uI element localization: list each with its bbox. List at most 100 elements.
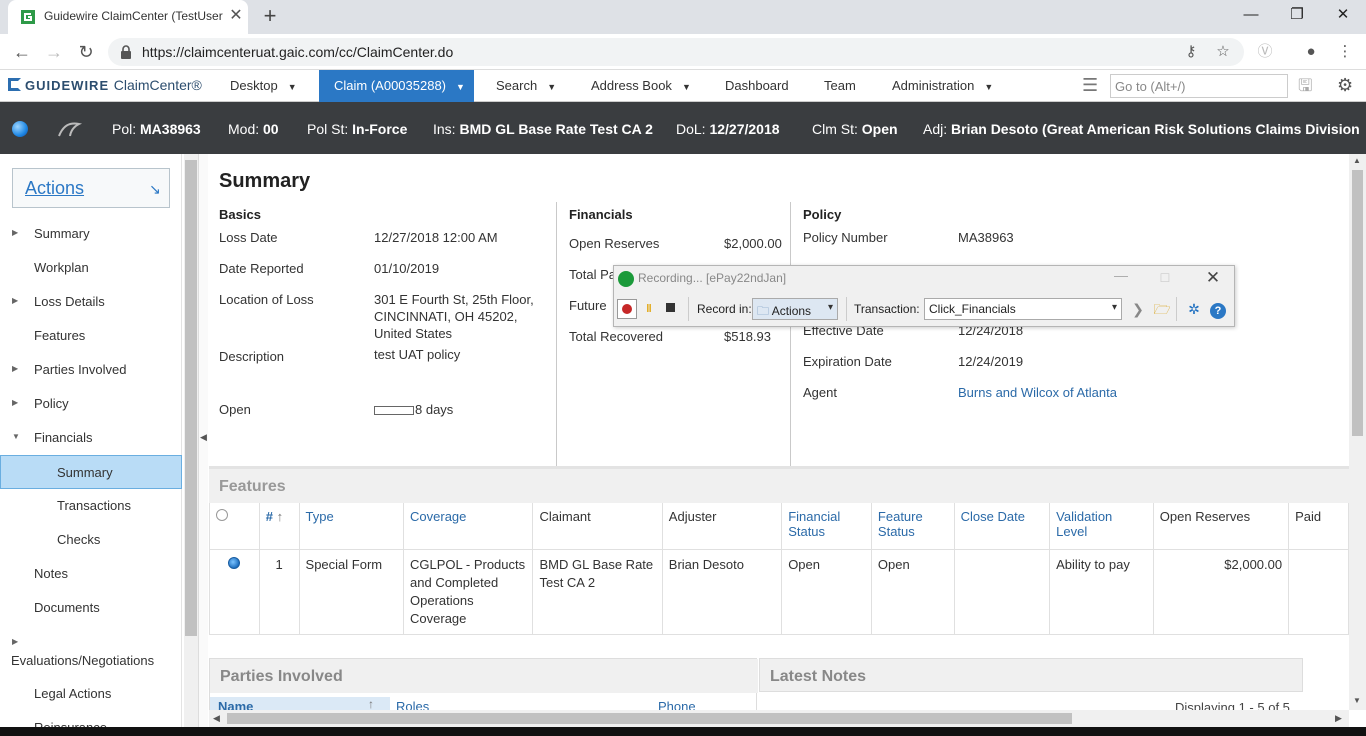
horizontal-scroll-thumb[interactable]: [227, 713, 1072, 724]
sidebar-item-legal-actions[interactable]: Legal Actions: [0, 677, 182, 711]
nav-claim[interactable]: Claim (A00035288) ▼: [319, 70, 474, 102]
main-vertical-scrollbar[interactable]: ▲ ▼: [1349, 154, 1366, 710]
sidebar-item-workplan[interactable]: Workplan: [0, 251, 182, 285]
save-icon[interactable]: 🖫: [1298, 70, 1312, 102]
url-field[interactable]: https://claimcenteruat.gaic.com/cc/Claim…: [108, 38, 1244, 66]
pause-button[interactable]: ‖: [639, 299, 659, 319]
goto-input[interactable]: Go to (Alt+/): [1110, 74, 1288, 98]
policy-number[interactable]: Pol: MA38963: [112, 121, 201, 137]
select-all-header[interactable]: [209, 503, 260, 550]
parties-col-roles[interactable]: Roles: [396, 699, 429, 710]
sidebar-item-summary[interactable]: ▶ Summary: [0, 217, 182, 251]
col-financial-status[interactable]: Financial Status: [781, 503, 872, 550]
radio-selected-icon[interactable]: [228, 556, 241, 569]
sidebar-item-parties-involved[interactable]: ▶ Parties Involved: [0, 353, 182, 387]
parties-col-phone[interactable]: Phone: [658, 699, 696, 710]
chevron-down-icon[interactable]: ▼: [547, 82, 556, 92]
chevron-down-icon[interactable]: ▼: [456, 82, 465, 92]
transaction-select[interactable]: Click_Financials ▾: [924, 298, 1122, 320]
col-type[interactable]: Type: [298, 503, 405, 550]
sidebar-item-notes[interactable]: Notes: [0, 557, 182, 591]
profile-icon[interactable]: ●: [1300, 41, 1322, 63]
recorder-close-icon[interactable]: ✕: [1202, 267, 1224, 289]
open-folder-icon[interactable]: 🗁: [1152, 299, 1172, 319]
sidebar-item-transactions[interactable]: Transactions: [0, 489, 182, 523]
expand-triangle-icon[interactable]: ▶: [12, 228, 18, 237]
adjuster[interactable]: Adj: Brian Desoto (Great American Risk S…: [923, 121, 1360, 137]
recorder-maximize-icon[interactable]: ☐: [1154, 267, 1176, 289]
help-icon[interactable]: ?: [1208, 299, 1228, 319]
browser-tab[interactable]: Guidewire ClaimCenter (TestUser ✕: [8, 0, 248, 34]
col-number[interactable]: # ↑: [258, 503, 300, 550]
sidebar-item-evaluations[interactable]: ▶ Evaluations/Negotiations: [0, 625, 182, 677]
col-feature-status[interactable]: Feature Status: [870, 503, 955, 550]
nav-desktop[interactable]: Desktop ▼: [230, 70, 297, 102]
forward-icon[interactable]: →: [42, 40, 66, 64]
window-close-icon[interactable]: ✕: [1320, 0, 1366, 32]
gear-icon[interactable]: ⚙: [1337, 70, 1353, 102]
expand-triangle-icon[interactable]: ▶: [12, 398, 18, 407]
sidebar-item-checks[interactable]: Checks: [0, 523, 182, 557]
guidewire-logo[interactable]: GUIDEWIRE ClaimCenter®: [8, 77, 202, 93]
panel-splitter[interactable]: ◀: [198, 154, 208, 730]
nav-address-book[interactable]: Address Book ▼: [591, 70, 691, 102]
record-in-select[interactable]: 🗀 Actions ▾: [752, 298, 838, 320]
bookmark-star-icon[interactable]: ☆: [1212, 41, 1234, 63]
sidebar-item-documents[interactable]: Documents: [0, 591, 182, 625]
nav-search[interactable]: Search ▼: [496, 70, 556, 102]
scroll-down-icon[interactable]: ▼: [1353, 696, 1361, 705]
recorder-minimize-icon[interactable]: —: [1110, 267, 1132, 289]
collapse-arrows-icon[interactable]: ✲: [1184, 299, 1204, 319]
minimize-icon[interactable]: —: [1228, 0, 1274, 32]
sidebar-scrollbar[interactable]: [184, 154, 198, 730]
key-icon[interactable]: ⚷: [1180, 41, 1202, 63]
hamburger-menu-icon[interactable]: ☰: [1082, 70, 1098, 102]
tab-close-icon[interactable]: ✕: [226, 6, 246, 26]
expand-triangle-icon[interactable]: ▶: [12, 296, 18, 305]
agent-link[interactable]: Burns and Wilcox of Atlanta: [958, 385, 1117, 400]
scroll-right-icon[interactable]: ▶: [1335, 713, 1342, 724]
menu-kebab-icon[interactable]: ⋮: [1334, 41, 1356, 63]
chevron-down-icon[interactable]: ▾: [828, 302, 833, 313]
sidebar-item-policy[interactable]: ▶ Policy: [0, 387, 182, 421]
expand-triangle-icon[interactable]: ▶: [12, 364, 18, 373]
col-close-date[interactable]: Close Date: [953, 503, 1051, 550]
radio-icon[interactable]: [216, 509, 228, 521]
back-icon[interactable]: ←: [10, 40, 34, 64]
cell-number[interactable]: 1: [258, 548, 300, 635]
col-validation-level[interactable]: Validation Level: [1049, 503, 1154, 550]
next-arrow-icon[interactable]: ❯: [1128, 299, 1148, 319]
chevron-down-icon[interactable]: ▼: [682, 82, 691, 92]
expand-triangle-icon[interactable]: ▶: [12, 637, 18, 646]
collapse-triangle-icon[interactable]: ▼: [12, 432, 20, 441]
chevron-down-icon[interactable]: ▾: [1112, 302, 1117, 313]
sidebar-item-features[interactable]: Features: [0, 319, 182, 353]
scroll-left-icon[interactable]: ◀: [213, 713, 220, 724]
nav-administration[interactable]: Administration ▼: [892, 70, 993, 102]
main-horizontal-scrollbar[interactable]: ◀ ▶: [209, 710, 1349, 727]
collapse-left-icon[interactable]: ◀: [200, 432, 207, 443]
scroll-up-icon[interactable]: ▲: [1353, 156, 1361, 165]
col-coverage[interactable]: Coverage: [403, 503, 534, 550]
restore-icon[interactable]: ❐: [1274, 0, 1320, 32]
sidebar-scroll-thumb[interactable]: [185, 160, 197, 636]
status-globe-icon[interactable]: [12, 121, 28, 137]
nav-team[interactable]: Team: [824, 70, 856, 102]
extension-icon[interactable]: Ⓥ: [1254, 41, 1276, 63]
cell-claimant[interactable]: BMD GL Base Rate Test CA 2: [532, 548, 663, 635]
cell-adjuster[interactable]: Brian Desoto: [661, 548, 783, 635]
parties-col-name[interactable]: Name: [218, 699, 253, 710]
insured[interactable]: Ins: BMD GL Base Rate Test CA 2: [433, 121, 653, 137]
stop-button[interactable]: [660, 299, 680, 319]
record-button[interactable]: [617, 299, 637, 319]
new-tab-icon[interactable]: +: [258, 5, 282, 29]
sidebar-item-financials[interactable]: ▼ Financials: [0, 421, 182, 455]
nav-dashboard[interactable]: Dashboard: [725, 70, 789, 102]
chevron-down-icon[interactable]: ▼: [984, 82, 993, 92]
cell-type[interactable]: Special Form: [298, 548, 405, 635]
actions-button[interactable]: Actions ↘: [12, 168, 170, 208]
row-select[interactable]: [209, 548, 260, 635]
sidebar-item-loss-details[interactable]: ▶ Loss Details: [0, 285, 182, 319]
chevron-down-icon[interactable]: ▼: [288, 82, 297, 92]
reload-icon[interactable]: ↻: [74, 40, 98, 64]
